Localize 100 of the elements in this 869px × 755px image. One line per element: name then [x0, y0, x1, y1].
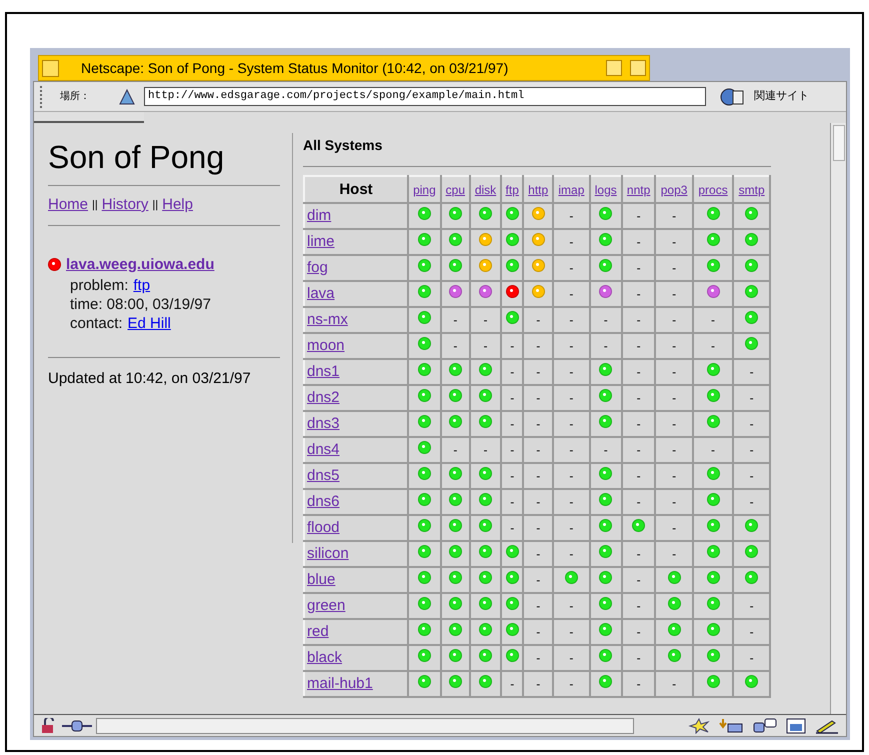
empty-dash: -: [569, 287, 574, 301]
empty-dash: -: [536, 547, 540, 561]
empty-dash: -: [711, 339, 716, 353]
empty-dash: -: [636, 651, 641, 665]
image-icon[interactable]: [786, 718, 806, 734]
window-icon: [42, 60, 59, 76]
scrollbar[interactable]: [830, 123, 846, 714]
nav-link[interactable]: Home: [48, 194, 88, 216]
scroll-thumb[interactable]: [832, 125, 844, 161]
empty-dash: -: [569, 469, 574, 483]
column-header: Host: [339, 180, 373, 198]
empty-dash: -: [536, 339, 540, 353]
window-title: Netscape: Son of Pong - System Status Monitor (10:42, on 03/21/97): [81, 58, 510, 78]
empty-dash: -: [672, 391, 676, 405]
empty-dash: -: [569, 391, 574, 405]
empty-dash: -: [510, 365, 514, 379]
download-icon[interactable]: [718, 718, 744, 734]
plug-icon: [62, 720, 92, 732]
empty-dash: -: [636, 547, 641, 561]
empty-dash: -: [536, 677, 540, 691]
empty-dash: -: [636, 495, 641, 509]
chat-icon[interactable]: [752, 718, 778, 734]
empty-dash: -: [569, 365, 574, 379]
empty-dash: -: [510, 391, 514, 405]
pen-icon[interactable]: [814, 718, 840, 734]
empty-dash: -: [569, 521, 574, 535]
bookmark-icon[interactable]: [118, 88, 136, 106]
host-link[interactable]: dim: [307, 207, 332, 224]
burst-icon[interactable]: [688, 718, 710, 734]
empty-dash: -: [636, 313, 641, 327]
empty-dash: -: [672, 547, 676, 561]
empty-dash: -: [569, 313, 574, 327]
empty-dash: -: [636, 677, 641, 691]
problem-time: time: 08:00, 03/19/97: [70, 295, 212, 314]
empty-dash: -: [672, 443, 676, 457]
empty-dash: -: [604, 313, 608, 327]
empty-dash: -: [672, 209, 676, 223]
empty-dash: -: [711, 443, 716, 457]
empty-dash: -: [636, 573, 641, 587]
empty-dash: -: [536, 313, 540, 327]
empty-dash: -: [510, 339, 514, 353]
empty-dash: -: [536, 651, 540, 665]
empty-dash: -: [636, 365, 641, 379]
empty-dash: -: [672, 339, 676, 353]
url-field[interactable]: http://www.edsgarage.com/projects/spong/example/main.html: [144, 87, 706, 106]
host-link[interactable]: lava: [307, 285, 335, 302]
empty-dash: -: [536, 599, 540, 613]
empty-dash: -: [453, 339, 458, 353]
empty-dash: -: [636, 391, 641, 405]
problem-label: problem:: [70, 276, 128, 295]
empty-dash: -: [750, 365, 754, 379]
section-title: All Systems: [303, 136, 384, 155]
empty-dash: -: [672, 469, 676, 483]
problem-link[interactable]: ftp: [133, 276, 150, 295]
empty-dash: -: [569, 443, 574, 457]
empty-dash: -: [711, 313, 716, 327]
empty-dash: -: [672, 261, 676, 275]
empty-dash: -: [636, 339, 641, 353]
host-link[interactable]: lava.weeg.uiowa.edu: [66, 254, 214, 276]
empty-dash: -: [750, 625, 754, 639]
host-link[interactable]: fog: [307, 259, 328, 276]
empty-dash: -: [536, 365, 540, 379]
empty-dash: -: [750, 599, 754, 613]
host-link[interactable]: blue: [307, 571, 336, 588]
empty-dash: -: [569, 495, 574, 509]
nav-link[interactable]: Help: [162, 194, 193, 216]
empty-dash: -: [604, 443, 608, 457]
related-sites-label[interactable]: 関連サイト: [754, 88, 809, 105]
contact-link[interactable]: Ed Hill: [128, 314, 171, 333]
empty-dash: -: [484, 443, 488, 457]
site-title: Son of Pong: [48, 138, 226, 177]
empty-dash: -: [536, 417, 540, 431]
updated-text: Updated at 10:42, on 03/21/97: [48, 369, 252, 389]
empty-dash: -: [536, 625, 540, 639]
empty-dash: -: [672, 521, 676, 535]
empty-dash: -: [536, 443, 540, 457]
host-link[interactable]: red: [307, 623, 329, 640]
nav-separator: ||: [92, 198, 98, 213]
empty-dash: -: [636, 261, 641, 275]
location-label: 場所：: [60, 90, 91, 104]
empty-dash: -: [636, 417, 641, 431]
empty-dash: -: [536, 573, 540, 587]
empty-dash: -: [672, 417, 676, 431]
empty-dash: -: [750, 469, 754, 483]
empty-dash: -: [636, 443, 641, 457]
empty-dash: -: [510, 469, 514, 483]
empty-dash: -: [750, 417, 754, 431]
empty-dash: -: [672, 313, 676, 327]
empty-dash: -: [636, 599, 641, 613]
empty-dash: -: [672, 495, 676, 509]
empty-dash: -: [536, 521, 540, 535]
contact-label: contact:: [70, 314, 123, 333]
empty-dash: -: [750, 391, 754, 405]
empty-dash: -: [569, 209, 574, 223]
empty-dash: -: [510, 677, 514, 691]
host-link[interactable]: lime: [307, 233, 335, 250]
empty-dash: -: [536, 469, 540, 483]
empty-dash: -: [536, 391, 540, 405]
nav-link[interactable]: History: [102, 194, 148, 216]
empty-dash: -: [453, 313, 458, 327]
